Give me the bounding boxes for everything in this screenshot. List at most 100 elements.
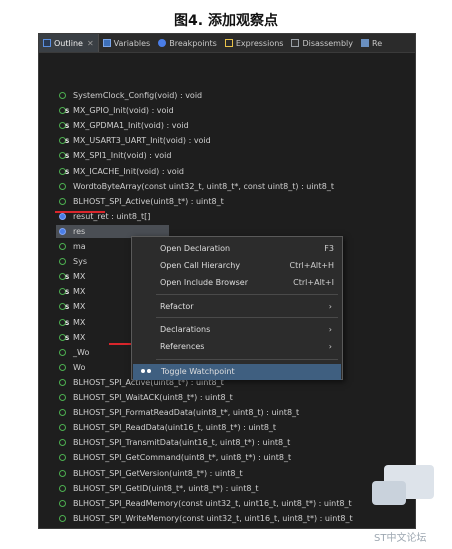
outline-item[interactable]: S MX xyxy=(59,300,85,313)
function-icon xyxy=(59,182,66,190)
view-tab-bar: Outline ✕ Variables Breakpoints Expressions D… xyxy=(39,34,415,53)
close-icon[interactable]: ✕ xyxy=(87,39,94,48)
menu-separator xyxy=(156,359,338,360)
outline-item-label: resut_ret : uint8_t[] xyxy=(73,211,151,221)
outline-item-label: MX xyxy=(73,302,86,312)
outline-item-label: BLHOST_SPI_WaitACK(uint8_t*) : uint8_t xyxy=(73,393,233,402)
outline-item[interactable]: BLHOST_SPI_Go(const uint32_t) : uint8_t xyxy=(59,527,235,528)
tab-disassembly[interactable]: Disassembly xyxy=(287,34,357,52)
outline-item-label: BLHOST_SPI_ReadMemory(const uint32_t, ui… xyxy=(73,498,352,508)
tab-breakpoints[interactable]: Breakpoints xyxy=(154,34,221,52)
function-icon: S xyxy=(59,303,69,311)
outline-item[interactable]: BLHOST_SPI_FormatReadData(uint8_t*, uint… xyxy=(59,406,299,419)
static-modifier-icon: S xyxy=(65,289,70,297)
outline-item-label: Wo xyxy=(73,362,86,372)
outline-item[interactable]: BLHOST_SPI_GetCommand(uint8_t*, uint8_t*… xyxy=(59,451,291,464)
outline-item[interactable]: BLHOST_SPI_TransmitData(uint16_t, uint8_… xyxy=(59,436,290,449)
registers-icon xyxy=(361,39,369,47)
tab-outline[interactable]: Outline ✕ xyxy=(39,34,99,52)
tab-label: Re xyxy=(372,38,383,48)
outline-item[interactable]: BLHOST_SPI_ReadMemory(const uint32_t, ui… xyxy=(59,497,352,510)
static-modifier-icon: S xyxy=(65,123,70,131)
outline-item[interactable]: S MX_USART3_UART_Init(void) : void xyxy=(59,134,211,147)
outline-item-label: MX_SPI1_Init(void) : void xyxy=(73,151,172,161)
static-modifier-icon: S xyxy=(65,168,70,176)
outline-item-label: SystemClock_Config(void) : void xyxy=(73,91,203,100)
tab-label: Breakpoints xyxy=(169,38,217,48)
menu-item-label: Open Call Hierarchy xyxy=(160,261,241,270)
outline-item[interactable]: S MX_GPDMA1_Init(void) : void xyxy=(59,119,189,132)
tab-expressions[interactable]: Expressions xyxy=(221,34,288,52)
function-icon: S xyxy=(59,273,69,281)
outline-item-label: BLHOST_SPI_TransmitData(uint16_t, uint8_… xyxy=(73,438,291,448)
chevron-right-icon: › xyxy=(328,325,332,334)
outline-item[interactable]: ma xyxy=(59,240,86,253)
menu-item-label: Open Declaration xyxy=(160,244,231,253)
outline-item[interactable]: Sys xyxy=(59,255,87,268)
function-icon xyxy=(59,394,66,401)
outline-item[interactable]: WordtoByteArray(const uint32_t, uint8_t*… xyxy=(59,180,334,193)
outline-item[interactable]: S MX xyxy=(59,285,85,298)
static-modifier-icon: S xyxy=(65,138,70,146)
function-icon: S xyxy=(59,318,69,327)
menu-item-toggle-watchpoint[interactable]: Toggle Watchpoint xyxy=(133,364,341,380)
outline-icon xyxy=(43,39,51,47)
tab-label: Disassembly xyxy=(302,38,353,48)
outline-item-label: ma xyxy=(73,242,86,251)
tab-variables[interactable]: Variables xyxy=(99,34,155,52)
function-icon: S xyxy=(59,152,69,160)
outline-item[interactable]: BLHOST_SPI_GetID(uint8_t*, uint8_t*) : u… xyxy=(59,482,259,495)
menu-item-label: Toggle Watchpoint xyxy=(161,367,235,376)
function-icon: S xyxy=(59,288,69,296)
function-icon: S xyxy=(59,107,69,115)
function-icon xyxy=(59,514,66,522)
menu-item-open-declaration[interactable]: Open Declaration F3 xyxy=(132,241,342,257)
function-icon xyxy=(59,348,66,356)
outline-item[interactable]: S MX xyxy=(59,316,85,329)
outline-item[interactable]: BLHOST_SPI_WaitACK(uint8_t*) : uint8_t xyxy=(59,391,233,404)
function-icon xyxy=(59,258,66,266)
function-icon xyxy=(59,197,66,205)
tab-label: Outline xyxy=(54,38,83,48)
static-modifier-icon: S xyxy=(65,304,70,312)
function-icon: S xyxy=(59,333,69,342)
outline-item-label: MX_GPIO_Init(void) : void xyxy=(73,106,174,116)
watermark: ST中文论坛 xyxy=(372,465,442,544)
outline-item[interactable]: S MX xyxy=(59,270,85,283)
outline-item-label: MX_GPDMA1_Init(void) : void xyxy=(73,121,189,131)
outline-item[interactable]: S MX xyxy=(59,331,85,344)
outline-item[interactable]: S MX_SPI1_Init(void) : void xyxy=(59,149,171,162)
function-icon xyxy=(59,409,66,417)
outline-item-label: BLHOST_SPI_GetID(uint8_t*, uint8_t*) : u… xyxy=(73,483,259,493)
outline-item[interactable]: BLHOST_SPI_GetVersion(uint8_t*) : uint8_… xyxy=(59,467,243,480)
outline-item[interactable]: BLHOST_SPI_ReadData(uint16_t, uint8_t*) … xyxy=(59,421,276,434)
outline-item[interactable]: S MX_GPIO_Init(void) : void xyxy=(59,104,174,117)
tab-re[interactable]: Re xyxy=(357,34,386,52)
function-icon xyxy=(59,469,66,477)
outline-item[interactable]: Wo) : uint8_t xyxy=(59,361,336,374)
static-modifier-icon: S xyxy=(65,334,70,342)
menu-item-label: References xyxy=(160,342,205,351)
menu-item-refactor[interactable]: Refactor › xyxy=(132,299,342,315)
function-icon xyxy=(59,92,66,99)
function-icon xyxy=(59,484,66,492)
menu-item-declarations[interactable]: Declarations › xyxy=(132,322,342,338)
outline-item[interactable]: BLHOST_SPI_Active(uint8_t*) : uint8_t xyxy=(59,195,224,208)
outline-item-label: res xyxy=(73,226,86,236)
outline-item[interactable]: SystemClock_Config(void) : void xyxy=(59,89,202,102)
outline-item[interactable]: _Wo xyxy=(59,346,89,359)
disassembly-icon xyxy=(291,39,300,47)
outline-item[interactable]: S MX_ICACHE_Init(void) : void xyxy=(59,165,184,178)
menu-item-label: Declarations xyxy=(160,325,211,334)
menu-item-open-include-browser[interactable]: Open Include Browser Ctrl+Alt+I xyxy=(132,275,342,291)
outline-item[interactable]: BLHOST_SPI_WriteMemory(const uint32_t, u… xyxy=(59,512,353,525)
menu-separator xyxy=(156,294,338,295)
selected-item-underline xyxy=(55,211,105,213)
function-icon: S xyxy=(59,122,69,130)
static-modifier-icon: S xyxy=(65,153,70,161)
menu-item-references[interactable]: References › xyxy=(132,339,342,355)
variables-icon xyxy=(102,39,111,47)
menu-item-open-call-hierarchy[interactable]: Open Call Hierarchy Ctrl+Alt+H xyxy=(132,258,342,274)
function-icon xyxy=(59,363,66,371)
watermark-text: ST中文论坛 xyxy=(374,533,427,544)
